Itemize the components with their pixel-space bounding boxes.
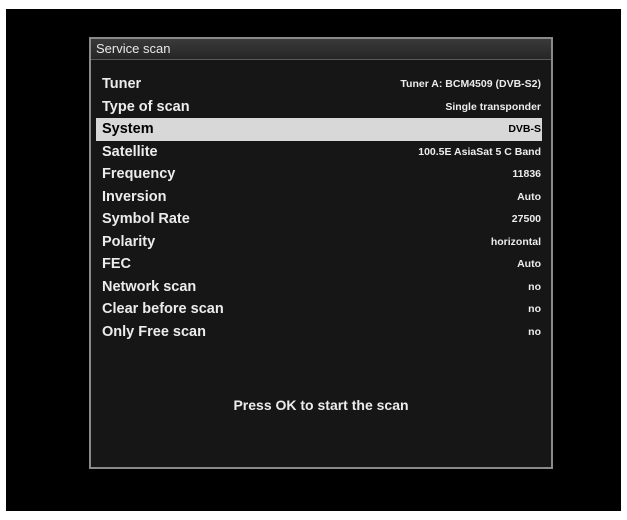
option-row-frequency[interactable]: Frequency 11836	[96, 163, 542, 186]
scan-options-list: Tuner Tuner A: BCM4509 (DVB-S2) Type of …	[96, 73, 542, 343]
option-value: Auto	[517, 190, 541, 203]
option-value: 11836	[512, 168, 541, 180]
service-scan-dialog: Service scan Tuner Tuner A: BCM4509 (DVB…	[89, 37, 553, 469]
option-label: System	[102, 121, 154, 137]
option-row-type-of-scan[interactable]: Type of scan Single transponder	[96, 96, 542, 119]
option-value: Single transponder	[445, 100, 541, 113]
option-value: horizontal	[490, 235, 541, 248]
option-row-tuner[interactable]: Tuner Tuner A: BCM4509 (DVB-S2)	[96, 73, 542, 96]
option-label: Symbol Rate	[102, 211, 190, 227]
option-label: Inversion	[102, 188, 167, 205]
option-row-network-scan[interactable]: Network scan no	[96, 276, 542, 299]
option-row-inversion[interactable]: Inversion Auto	[96, 186, 542, 209]
option-value: Auto	[517, 258, 541, 270]
option-value: no	[528, 303, 541, 315]
option-label: Only Free scan	[102, 323, 206, 340]
option-value: DVB-S	[508, 123, 541, 135]
option-row-only-free-scan[interactable]: Only Free scan no	[96, 321, 542, 344]
option-row-polarity[interactable]: Polarity horizontal	[96, 231, 542, 254]
option-row-symbol-rate[interactable]: Symbol Rate 27500	[96, 208, 542, 231]
option-row-clear-before-scan[interactable]: Clear before scan no	[96, 298, 542, 321]
start-scan-hint: Press OK to start the scan	[233, 397, 409, 413]
option-label: FEC	[102, 256, 131, 272]
option-label: Network scan	[102, 278, 197, 295]
option-value: no	[528, 280, 541, 293]
dialog-title: Service scan	[91, 39, 551, 60]
option-row-system[interactable]: System DVB-S	[96, 118, 542, 141]
option-label: Satellite	[102, 143, 158, 160]
option-value: 27500	[511, 213, 541, 225]
option-row-fec[interactable]: FEC Auto	[96, 253, 542, 276]
option-label: Frequency	[102, 166, 176, 182]
option-label: Clear before scan	[102, 301, 224, 317]
option-label: Tuner	[102, 76, 142, 92]
option-value: Tuner A: BCM4509 (DVB-S2)	[400, 78, 541, 90]
option-row-satellite[interactable]: Satellite 100.5E AsiaSat 5 C Band	[96, 141, 542, 164]
tv-screen: Service scan Tuner Tuner A: BCM4509 (DVB…	[6, 9, 621, 511]
option-value: 100.5E AsiaSat 5 C Band	[418, 145, 541, 158]
option-label: Polarity	[102, 233, 156, 250]
option-label: Type of scan	[102, 98, 190, 115]
option-value: no	[528, 325, 541, 338]
